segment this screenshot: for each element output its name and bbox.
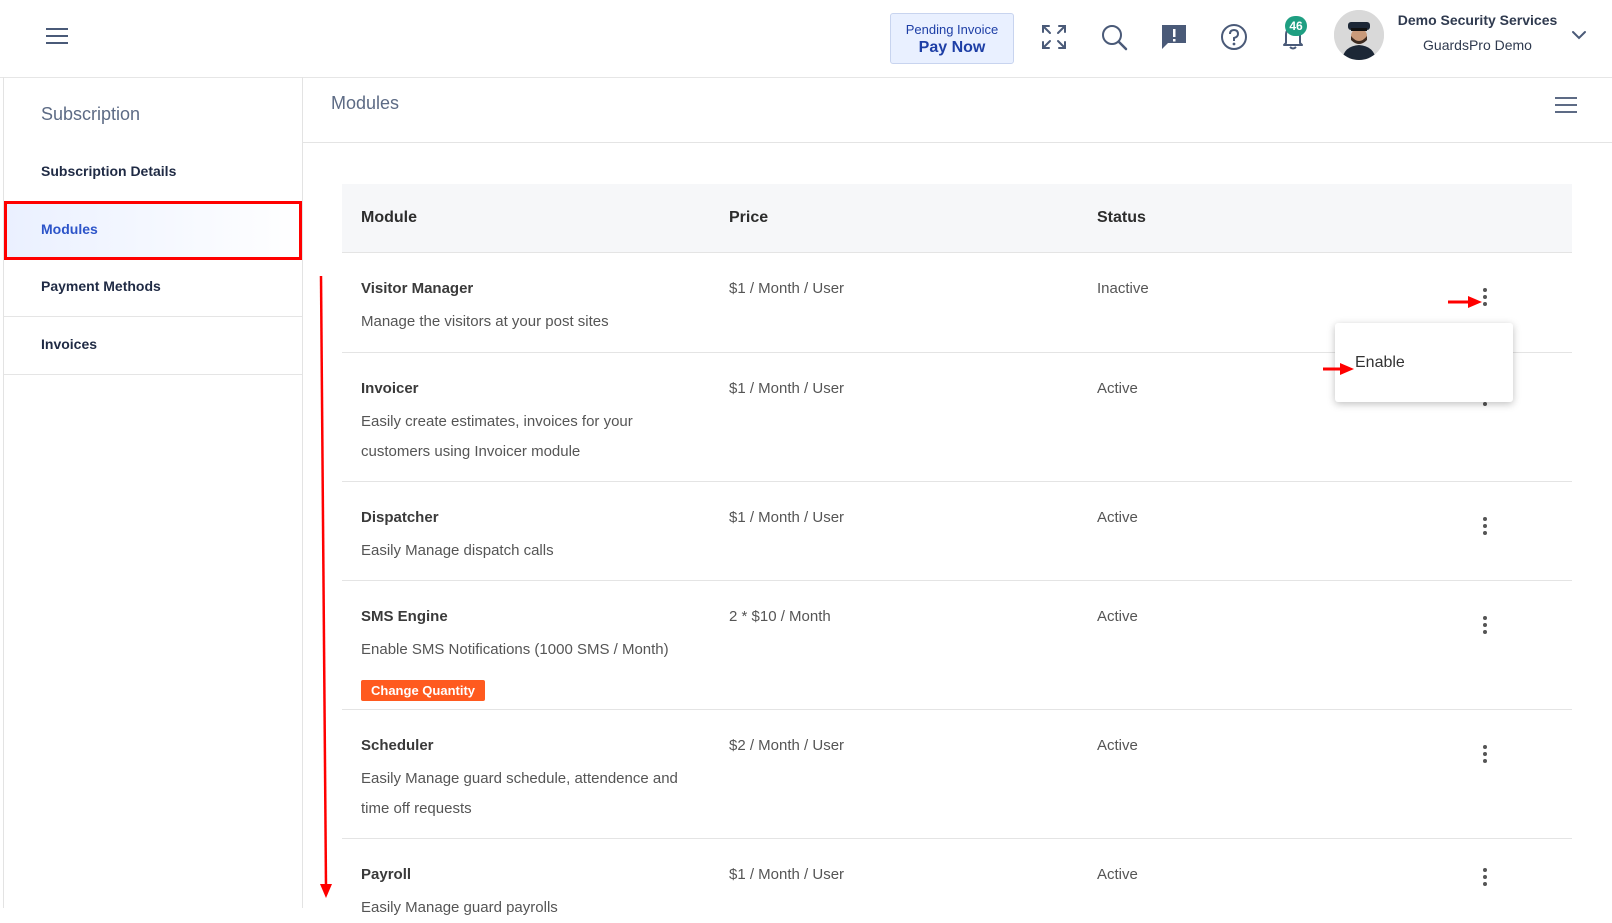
chevron-down-icon[interactable] [1570, 26, 1588, 44]
module-status: Active [1097, 608, 1138, 625]
module-name: Invoicer [361, 380, 419, 397]
column-header-price: Price [729, 209, 769, 226]
module-price: $1 / Month / User [729, 866, 845, 883]
module-name: Payroll [361, 866, 412, 883]
sidebar-item-payment-methods[interactable]: Payment Methods [4, 258, 302, 317]
company-name: Demo Security Services [1397, 12, 1558, 28]
change-quantity-button[interactable]: Change Quantity [361, 680, 486, 701]
sidebar: Subscription Subscription Details Module… [3, 77, 303, 908]
module-description: Manage the visitors at your post sites [361, 313, 609, 330]
module-name: Dispatcher [361, 509, 439, 526]
menu-toggle-icon[interactable] [46, 28, 68, 46]
annotation-arrow-down [319, 275, 332, 898]
sidebar-item-modules[interactable]: Modules [4, 201, 302, 260]
module-price: $1 / Month / User [729, 509, 845, 526]
module-price: $2 / Month / User [729, 737, 845, 754]
module-status: Active [1097, 866, 1138, 883]
avatar[interactable] [1334, 10, 1384, 60]
column-header-status: Status [1097, 209, 1146, 226]
page-title: Modules [331, 93, 400, 113]
sidebar-title: Subscription [41, 104, 141, 124]
module-description: Easily Manage guard schedule, attendence… [361, 770, 678, 817]
module-status: Active [1097, 737, 1138, 754]
table-header: Module Price Status [342, 184, 1572, 253]
sidebar-item-label: Modules [41, 221, 98, 237]
enable-option[interactable]: Enable [1355, 354, 1405, 372]
module-name: SMS Engine [361, 608, 448, 625]
module-status: Inactive [1097, 280, 1149, 297]
user-name: GuardsPro Demo [1423, 37, 1532, 53]
module-price: 2 * $10 / Month [729, 608, 831, 625]
more-options-icon[interactable] [1480, 868, 1490, 890]
table-row: Scheduler Easily Manage guard schedule, … [342, 710, 1572, 839]
more-options-icon[interactable] [1480, 745, 1490, 767]
table-row: SMS Engine Enable SMS Notifications (100… [342, 581, 1572, 710]
top-bar: Pending Invoice Pay Now 46 Demo Security… [0, 0, 1612, 78]
module-status: Active [1097, 380, 1138, 397]
sidebar-item-label: Payment Methods [41, 278, 161, 294]
module-description: Enable SMS Notifications (1000 SMS / Mon… [361, 641, 669, 658]
pay-now-button[interactable]: Pending Invoice Pay Now [890, 13, 1014, 64]
row-actions-dropdown: Enable [1335, 323, 1513, 402]
sidebar-item-label: Subscription Details [41, 163, 177, 179]
notification-count-badge: 46 [1285, 16, 1307, 36]
module-name: Scheduler [361, 737, 434, 754]
more-options-icon[interactable] [1480, 517, 1490, 539]
pending-invoice-label: Pending Invoice [905, 22, 999, 37]
module-description: Easily create estimates, invoices for yo… [361, 413, 633, 460]
more-options-icon[interactable] [1480, 616, 1490, 638]
table-row: Payroll Easily Manage guard payrolls $1 … [342, 839, 1572, 916]
column-header-module: Module [361, 209, 417, 226]
module-price: $1 / Month / User [729, 380, 845, 397]
module-name: Visitor Manager [361, 280, 474, 297]
more-options-icon[interactable] [1480, 288, 1490, 310]
list-menu-icon[interactable] [1555, 97, 1577, 115]
module-description: Easily Manage dispatch calls [361, 542, 554, 559]
module-status: Active [1097, 509, 1138, 526]
help-icon[interactable] [1219, 22, 1249, 52]
sidebar-item-subscription-details[interactable]: Subscription Details [4, 143, 302, 202]
pay-now-label: Pay Now [918, 39, 986, 56]
divider [302, 142, 1612, 143]
sidebar-item-label: Invoices [41, 336, 98, 352]
feedback-icon[interactable] [1159, 22, 1189, 52]
fullscreen-icon[interactable] [1039, 22, 1069, 52]
module-price: $1 / Month / User [729, 280, 845, 297]
module-description: Easily Manage guard payrolls [361, 899, 558, 916]
user-info[interactable]: Demo Security Services GuardsPro Demo [1390, 12, 1565, 53]
table-row: Dispatcher Easily Manage dispatch calls … [342, 482, 1572, 581]
search-icon[interactable] [1099, 22, 1129, 52]
sidebar-item-invoices[interactable]: Invoices [4, 316, 302, 375]
